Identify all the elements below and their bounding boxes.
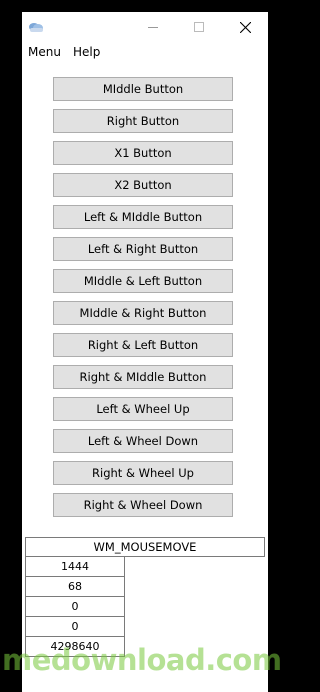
left-middle-button[interactable]: Left & MIddle Button bbox=[53, 205, 233, 229]
middle-button[interactable]: MIddle Button bbox=[53, 77, 233, 101]
maximize-icon bbox=[194, 22, 204, 32]
menu-item-menu[interactable]: Menu bbox=[28, 45, 61, 59]
right-middle-button[interactable]: Right & MIddle Button bbox=[53, 365, 233, 389]
right-left-button[interactable]: Right & Left Button bbox=[53, 333, 233, 357]
close-button[interactable] bbox=[222, 12, 268, 42]
x2-button[interactable]: X2 Button bbox=[53, 173, 233, 197]
value-cell: 0 bbox=[25, 597, 125, 617]
maximize-button[interactable] bbox=[176, 12, 222, 42]
middle-left-button[interactable]: MIddle & Left Button bbox=[53, 269, 233, 293]
event-message-label: WM_MOUSEMOVE bbox=[25, 537, 265, 557]
right-wheel-down-button[interactable]: Right & Wheel Down bbox=[53, 493, 233, 517]
left-right-button[interactable]: Left & Right Button bbox=[53, 237, 233, 261]
value-cell: 1444 bbox=[25, 557, 125, 577]
minimize-button[interactable] bbox=[130, 12, 176, 42]
x1-button[interactable]: X1 Button bbox=[53, 141, 233, 165]
menu-item-help[interactable]: Help bbox=[73, 45, 100, 59]
right-button[interactable]: Right Button bbox=[53, 109, 233, 133]
close-icon bbox=[239, 21, 251, 33]
value-cell: 68 bbox=[25, 577, 125, 597]
left-wheel-up-button[interactable]: Left & Wheel Up bbox=[53, 397, 233, 421]
menu-bar: Menu Help bbox=[22, 42, 268, 62]
title-bar[interactable] bbox=[22, 12, 268, 42]
value-cell: 4298640 bbox=[25, 637, 125, 657]
app-window: Menu Help MIddle Button Right Button X1 … bbox=[22, 12, 268, 692]
right-wheel-up-button[interactable]: Right & Wheel Up bbox=[53, 461, 233, 485]
value-cell: 0 bbox=[25, 617, 125, 637]
left-wheel-down-button[interactable]: Left & Wheel Down bbox=[53, 429, 233, 453]
middle-right-button[interactable]: MIddle & Right Button bbox=[53, 301, 233, 325]
minimize-icon bbox=[148, 27, 158, 28]
app-cloud-icon bbox=[27, 18, 45, 36]
